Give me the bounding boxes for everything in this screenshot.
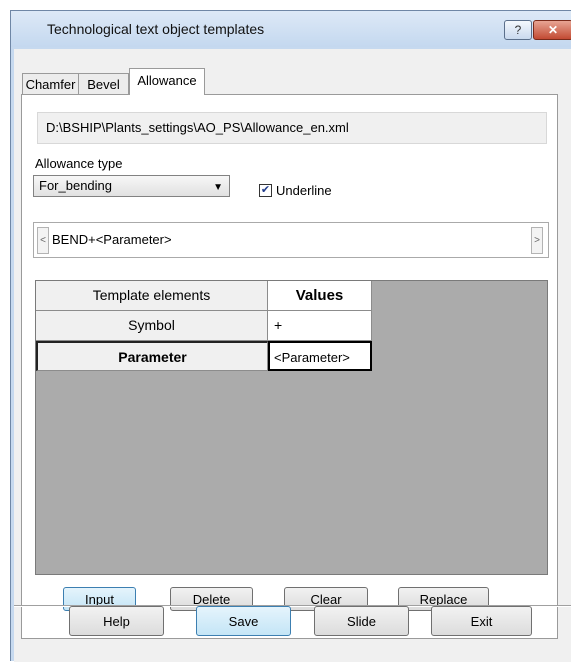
window-title: Technological text object templates [47, 21, 265, 37]
file-path-display: D:\BSHIP\Plants_settings\AO_PS\Allowance… [37, 112, 547, 144]
scroll-right-button[interactable]: > [531, 227, 543, 254]
tab-bevel[interactable]: Bevel [78, 73, 129, 94]
exit-button[interactable]: Exit [431, 606, 532, 636]
tab-chamfer[interactable]: Chamfer [22, 73, 79, 94]
underline-checkbox[interactable]: ✔ [259, 184, 272, 197]
help-button[interactable]: Help [69, 606, 164, 636]
chevron-down-icon: ▼ [213, 182, 223, 193]
underline-label: Underline [276, 183, 332, 198]
dialog-client: Chamfer Bevel Allowance D:\BSHIP\Plants_… [14, 49, 571, 662]
scroll-left-button[interactable]: < [37, 227, 49, 254]
save-button[interactable]: Save [196, 606, 291, 636]
title-help-button[interactable]: ? [504, 20, 532, 40]
allowance-type-value: For_bending [39, 178, 112, 193]
template-elements-grid: Template elements Values Symbol + Parame… [35, 280, 548, 575]
template-text-value: BEND+<Parameter> [52, 232, 172, 247]
allowance-panel: D:\BSHIP\Plants_settings\AO_PS\Allowance… [21, 94, 558, 639]
template-text-field[interactable]: < BEND+<Parameter> > [33, 222, 549, 258]
column-header-template-elements[interactable]: Template elements [36, 281, 268, 311]
allowance-type-dropdown[interactable]: For_bending ▼ [33, 175, 230, 197]
column-header-values[interactable]: Values [268, 281, 372, 311]
chevron-left-icon: < [40, 235, 46, 246]
dialog-window: Technological text object templates ? ✕ … [10, 10, 571, 662]
title-bar[interactable]: Technological text object templates ? ✕ [11, 11, 571, 47]
check-icon: ✔ [260, 184, 271, 196]
close-icon: ✕ [547, 23, 559, 37]
row-label-parameter[interactable]: Parameter [36, 341, 268, 371]
cell-parameter-value[interactable]: <Parameter> [268, 341, 372, 371]
slide-button[interactable]: Slide [314, 606, 409, 636]
help-icon: ? [514, 23, 522, 37]
cell-symbol-value[interactable]: + [268, 311, 372, 341]
allowance-type-label: Allowance type [35, 156, 123, 171]
row-label-symbol[interactable]: Symbol [36, 311, 268, 341]
tab-allowance[interactable]: Allowance [129, 68, 205, 95]
chevron-right-icon: > [534, 235, 540, 246]
close-button[interactable]: ✕ [533, 20, 571, 40]
